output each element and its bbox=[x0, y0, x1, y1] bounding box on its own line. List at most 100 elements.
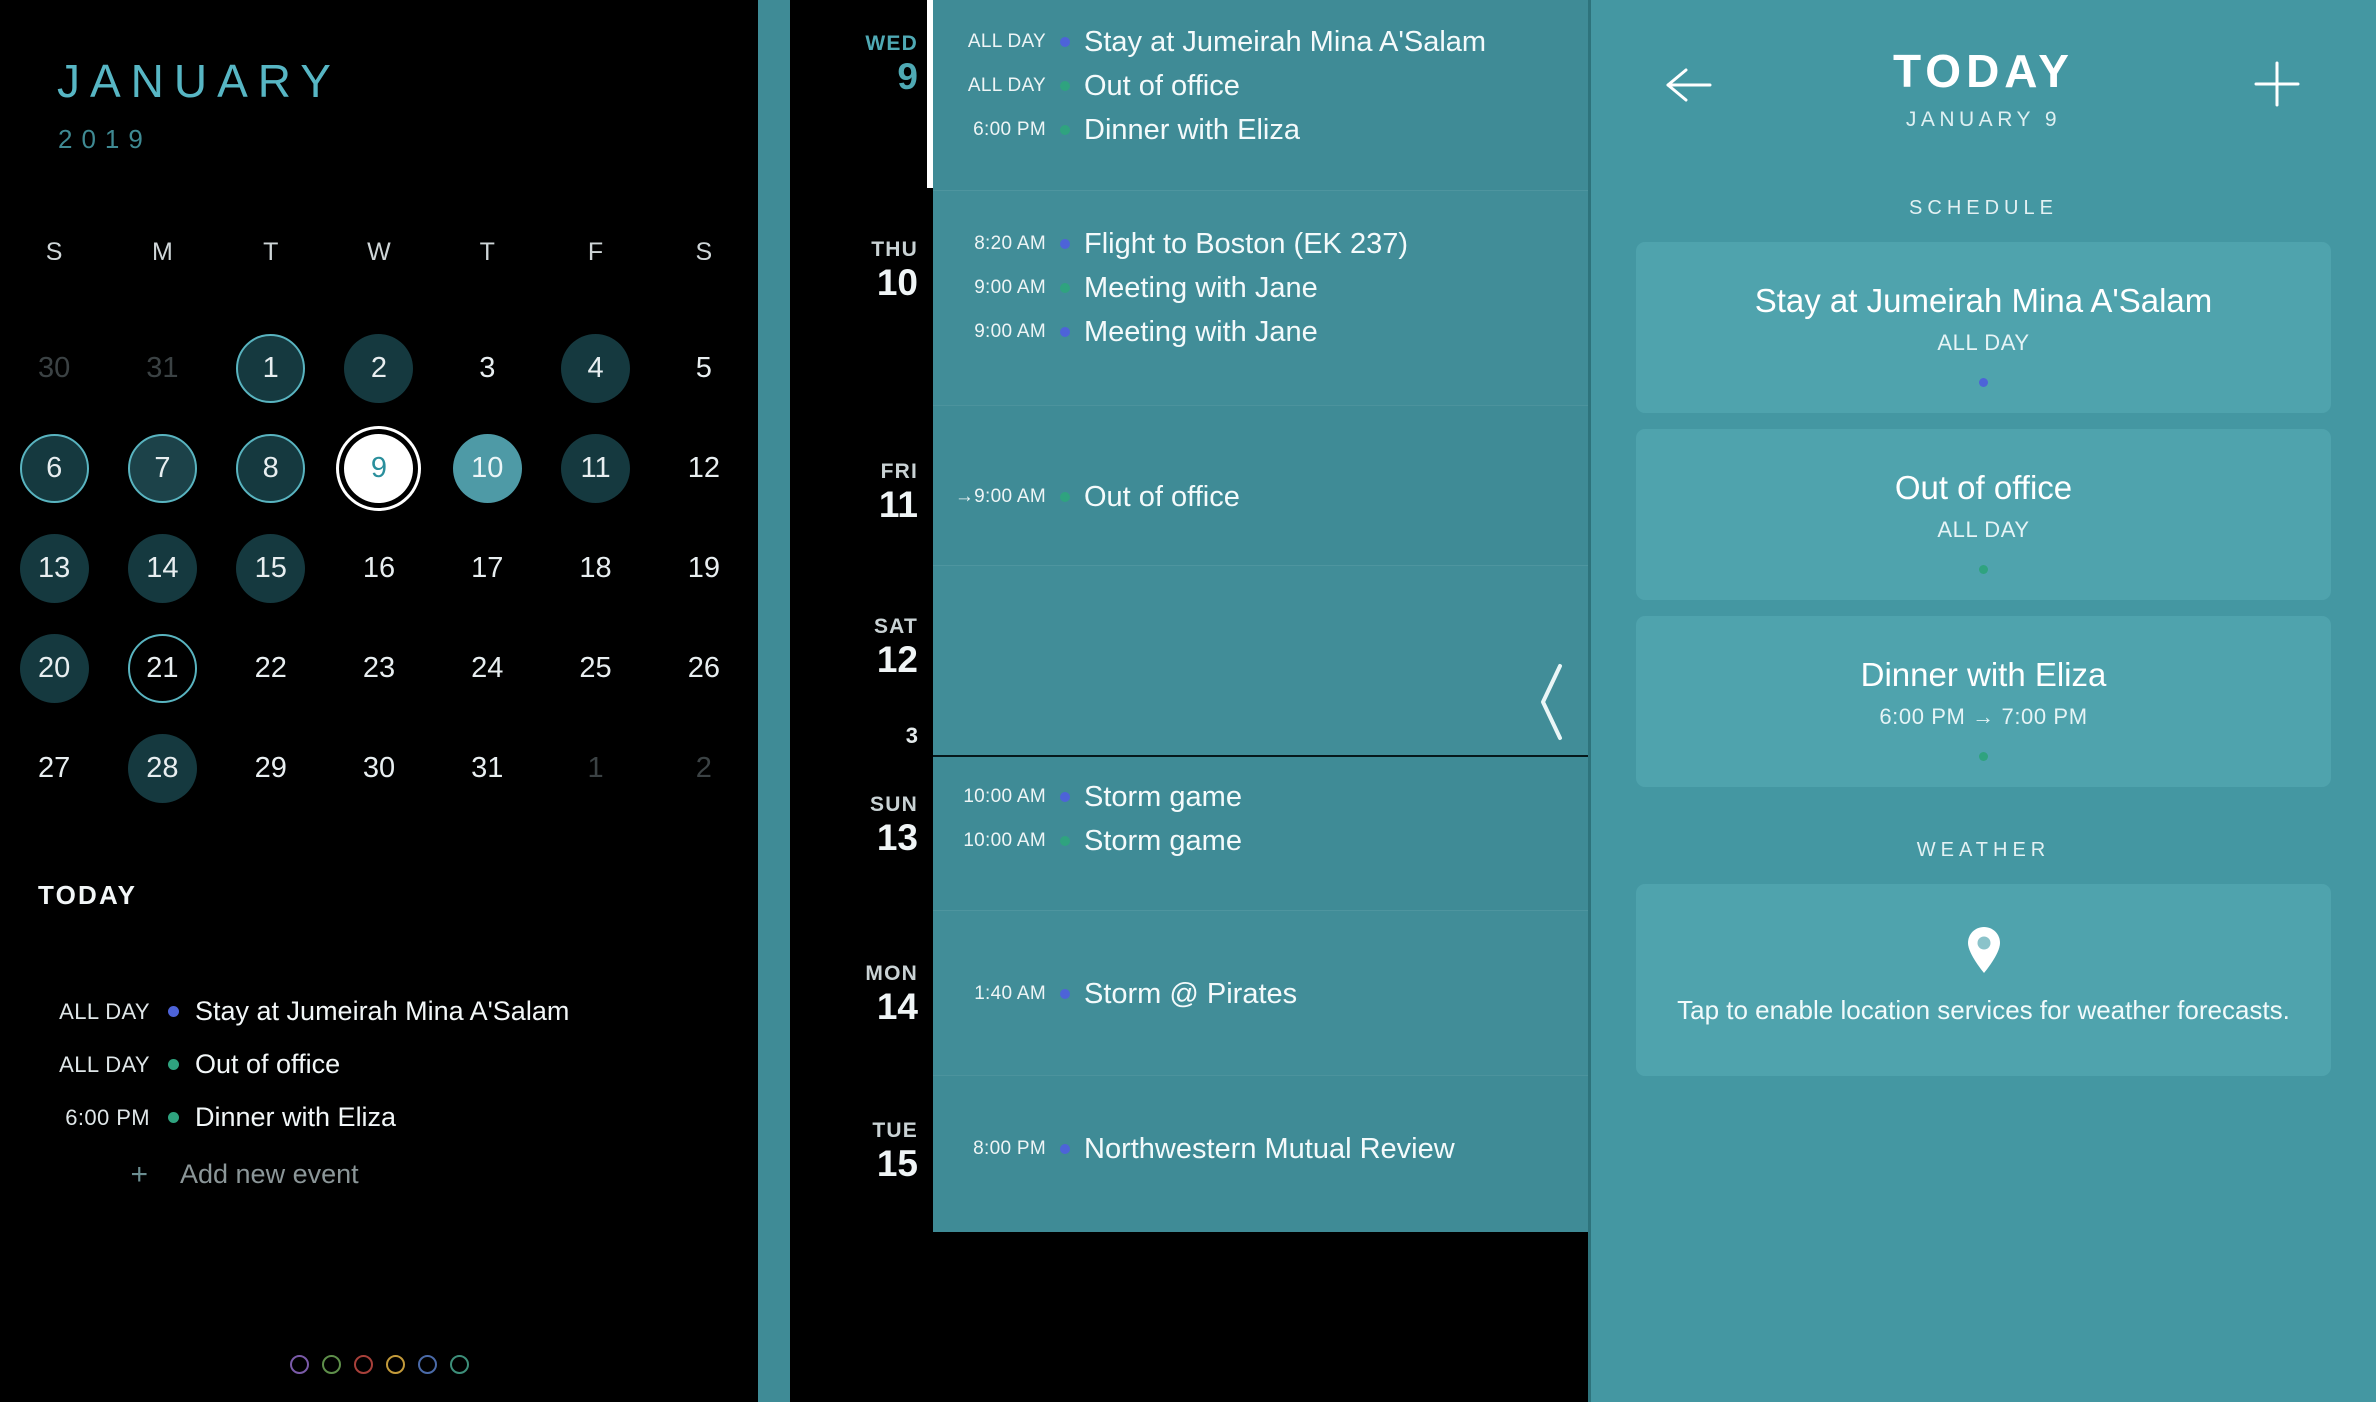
day-cell[interactable]: 19 bbox=[650, 518, 758, 618]
day-number-1[interactable]: 1 bbox=[561, 734, 630, 803]
day-number-29[interactable]: 29 bbox=[236, 734, 305, 803]
day-number-20[interactable]: 20 bbox=[19, 633, 89, 703]
day-number-27[interactable]: 27 bbox=[20, 734, 89, 803]
day-number-12[interactable]: 12 bbox=[669, 434, 738, 503]
collapse-chevron-icon[interactable] bbox=[1535, 660, 1569, 744]
day-number-30[interactable]: 30 bbox=[344, 734, 413, 803]
day-cell[interactable]: 2 bbox=[325, 318, 433, 418]
day-cell[interactable]: 31 bbox=[108, 318, 216, 418]
day-cell[interactable]: 31 bbox=[433, 718, 541, 818]
agenda-event-row[interactable]: 6:00 PM Dinner with Eliza bbox=[933, 108, 1591, 152]
agenda-event-row[interactable]: 8:20 AM Flight to Boston (EK 237) bbox=[933, 222, 1591, 266]
agenda-day-row[interactable]: SUN 13 10:00 AM Storm game 10:00 AM Storm gam… bbox=[796, 755, 1591, 910]
agenda-event-row[interactable]: ALL DAY Out of office bbox=[933, 64, 1591, 108]
day-number-2[interactable]: 2 bbox=[344, 333, 414, 403]
day-cell[interactable]: 1 bbox=[541, 718, 649, 818]
agenda-event-row[interactable]: 1:40 AM Storm @ Pirates bbox=[933, 972, 1591, 1016]
day-cell[interactable]: 16 bbox=[325, 518, 433, 618]
add-new-event-button[interactable]: + Add new event bbox=[0, 1148, 758, 1201]
today-event-row[interactable]: ALL DAY Stay at Jumeirah Mina A'Salam bbox=[0, 985, 758, 1038]
day-number-3[interactable]: 3 bbox=[453, 334, 522, 403]
calendar-color-dots[interactable] bbox=[0, 1355, 758, 1374]
day-cell[interactable]: 13 bbox=[0, 518, 108, 618]
today-event-row[interactable]: 6:00 PM Dinner with Eliza bbox=[0, 1091, 758, 1144]
day-number-22[interactable]: 22 bbox=[236, 634, 305, 703]
agenda-day-row[interactable]: MON 14 1:40 AM Storm @ Pirates bbox=[796, 910, 1591, 1075]
agenda-event-row[interactable]: ALL DAY Stay at Jumeirah Mina A'Salam bbox=[933, 20, 1591, 64]
day-number-17[interactable]: 17 bbox=[453, 534, 522, 603]
day-cell[interactable]: 26 bbox=[650, 618, 758, 718]
day-number-14[interactable]: 14 bbox=[127, 533, 197, 603]
day-number-4[interactable]: 4 bbox=[561, 333, 631, 403]
day-number-25[interactable]: 25 bbox=[561, 634, 630, 703]
day-cell[interactable]: 25 bbox=[541, 618, 649, 718]
calendar-dot-3[interactable] bbox=[385, 1355, 405, 1374]
agenda-day-row[interactable]: SAT 12 3 bbox=[796, 565, 1591, 755]
calendar-dot-2[interactable] bbox=[353, 1355, 373, 1374]
day-cell[interactable]: 17 bbox=[433, 518, 541, 618]
month-days-grid[interactable]: 30 31 1 2 3 4 5 6 7 8 9 10 11 12 13 14 15 16 17 18 19 20 21 22 2… bbox=[0, 318, 758, 818]
day-cell[interactable]: 14 bbox=[108, 518, 216, 618]
day-number-23[interactable]: 23 bbox=[344, 634, 413, 703]
day-number-18[interactable]: 18 bbox=[561, 534, 630, 603]
day-number-8[interactable]: 8 bbox=[236, 433, 306, 503]
schedule-card[interactable]: Stay at Jumeirah Mina A'Salam ALL DAY bbox=[1636, 242, 2331, 413]
day-number-24[interactable]: 24 bbox=[453, 634, 522, 703]
day-cell[interactable]: 6 bbox=[0, 418, 108, 518]
day-number-15[interactable]: 15 bbox=[236, 533, 306, 603]
day-number-30[interactable]: 30 bbox=[20, 334, 89, 403]
day-cell[interactable]: 2 bbox=[650, 718, 758, 818]
day-cell[interactable]: 23 bbox=[325, 618, 433, 718]
calendar-dot-0[interactable] bbox=[289, 1355, 309, 1374]
day-number-2[interactable]: 2 bbox=[669, 734, 738, 803]
agenda-event-row[interactable]: →9:00 AM Out of office bbox=[933, 475, 1591, 519]
day-number-10[interactable]: 10 bbox=[452, 433, 522, 503]
agenda-event-row[interactable]: 9:00 AM Meeting with Jane bbox=[933, 310, 1591, 354]
day-cell[interactable]: 5 bbox=[650, 318, 758, 418]
agenda-event-row[interactable]: 9:00 AM Meeting with Jane bbox=[933, 266, 1591, 310]
day-cell[interactable]: 8 bbox=[217, 418, 325, 518]
today-event-row[interactable]: ALL DAY Out of office bbox=[0, 1038, 758, 1091]
calendar-dot-5[interactable] bbox=[449, 1355, 469, 1374]
day-cell[interactable]: 10 bbox=[433, 418, 541, 518]
day-number-9[interactable]: 9 bbox=[344, 433, 414, 503]
day-number-19[interactable]: 19 bbox=[669, 534, 738, 603]
day-number-21[interactable]: 21 bbox=[127, 633, 197, 703]
day-number-13[interactable]: 13 bbox=[19, 533, 89, 603]
plus-icon[interactable] bbox=[2251, 58, 2303, 110]
schedule-card[interactable]: Out of office ALL DAY bbox=[1636, 428, 2331, 600]
agenda-day-row[interactable]: TUE 15 8:00 PM Northwestern Mutual Review bbox=[796, 1075, 1591, 1232]
day-cell[interactable]: 20 bbox=[0, 618, 108, 718]
day-cell[interactable]: 11 bbox=[541, 418, 649, 518]
calendar-dot-1[interactable] bbox=[321, 1355, 341, 1374]
day-number-31[interactable]: 31 bbox=[453, 734, 522, 803]
day-number-16[interactable]: 16 bbox=[344, 534, 413, 603]
day-cell[interactable]: 29 bbox=[217, 718, 325, 818]
schedule-card[interactable]: Dinner with Eliza 6:00 PM → 7:00 PM bbox=[1636, 615, 2331, 787]
calendar-dot-4[interactable] bbox=[417, 1355, 437, 1374]
day-number-7[interactable]: 7 bbox=[127, 433, 197, 503]
day-cell[interactable]: 15 bbox=[217, 518, 325, 618]
day-number-11[interactable]: 11 bbox=[561, 433, 631, 503]
day-cell[interactable]: 28 bbox=[108, 718, 216, 818]
day-cell[interactable]: 18 bbox=[541, 518, 649, 618]
day-cell[interactable]: 24 bbox=[433, 618, 541, 718]
agenda-event-row[interactable]: 10:00 AM Storm game bbox=[933, 819, 1591, 863]
day-number-26[interactable]: 26 bbox=[669, 634, 738, 703]
day-cell[interactable]: 3 bbox=[433, 318, 541, 418]
day-cell[interactable]: 1 bbox=[217, 318, 325, 418]
day-number-31[interactable]: 31 bbox=[128, 334, 197, 403]
day-number-28[interactable]: 28 bbox=[127, 733, 197, 803]
day-cell[interactable]: 30 bbox=[0, 318, 108, 418]
day-cell[interactable]: 7 bbox=[108, 418, 216, 518]
day-cell[interactable]: 4 bbox=[541, 318, 649, 418]
agenda-event-row[interactable]: 8:00 PM Northwestern Mutual Review bbox=[933, 1127, 1591, 1171]
day-cell[interactable]: 9 bbox=[325, 418, 433, 518]
day-cell[interactable]: 30 bbox=[325, 718, 433, 818]
day-cell[interactable]: 21 bbox=[108, 618, 216, 718]
day-cell[interactable]: 12 bbox=[650, 418, 758, 518]
agenda-day-row[interactable]: FRI 11 →9:00 AM Out of office bbox=[796, 405, 1591, 565]
day-cell[interactable]: 22 bbox=[217, 618, 325, 718]
agenda-day-row[interactable]: THU 10 8:20 AM Flight to Boston (EK 237) 9:0… bbox=[796, 190, 1591, 405]
agenda-day-rows[interactable]: WED 9 ALL DAY Stay at Jumeirah Mina A'Salam… bbox=[796, 0, 1591, 1232]
